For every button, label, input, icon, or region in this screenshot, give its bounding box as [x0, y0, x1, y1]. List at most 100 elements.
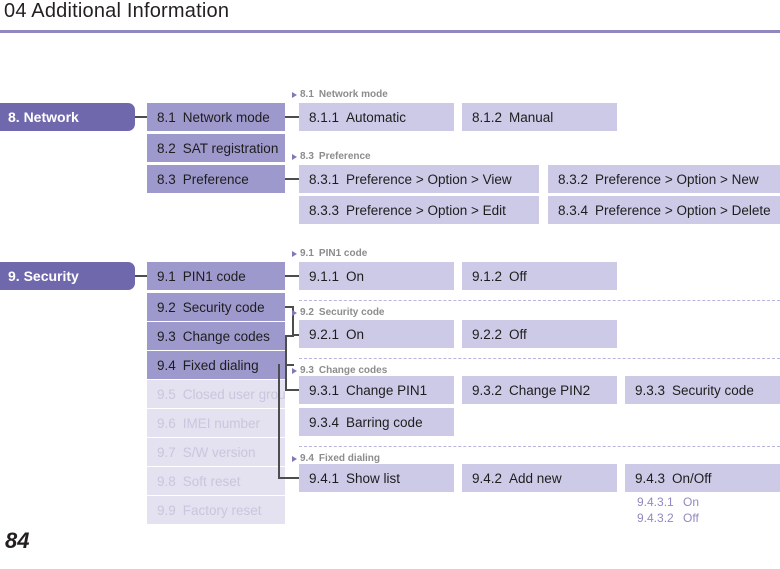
group-caption-8-1-label: Network mode [318, 89, 388, 100]
leaf-item-9-3-4-label: Barring code [346, 414, 423, 430]
leaf-item-8-1-2-number: 8.1.2 [472, 109, 503, 125]
leaf-item-9-4-2[interactable]: 9.4.2 Add new [462, 464, 617, 492]
leaf-item-8-1-1-label: Automatic [346, 109, 407, 125]
leaf-item-9-2-2-number: 9.2.2 [472, 326, 503, 342]
leaf-item-9-4-3-number: 9.4.3 [635, 470, 666, 486]
menu-item-9-5-number: 9.5 [157, 386, 176, 402]
leaf-item-9-3-3-number: 9.3.3 [635, 382, 666, 398]
leaf-item-9-3-1[interactable]: 9.3.1 Change PIN1 [299, 376, 454, 404]
leaf-item-8-3-2-label: Preference > Option > New [595, 171, 759, 187]
menu-item-9-5[interactable]: 9.5 Closed user group [147, 380, 285, 408]
menu-item-8-1-label: Network mode [182, 109, 270, 125]
group-caption-8-1: 8.1 Network mode [292, 89, 388, 100]
menu-item-9-2[interactable]: 9.2 Security code [147, 293, 285, 321]
menu-item-9-9-label: Factory reset [182, 502, 262, 518]
leaf-item-8-3-1[interactable]: 8.3.1 Preference > Option > View [299, 165, 539, 193]
subleaf-item-9-4-3-2-label: Off [683, 511, 699, 525]
group-caption-8-3: 8.3 Preference [292, 151, 371, 162]
subleaf-item-9-4-3-2-number: 9.4.3.2 [637, 511, 674, 525]
leaf-item-8-1-2[interactable]: 8.1.2 Manual [462, 103, 617, 131]
menu-item-9-7-number: 9.7 [157, 444, 176, 460]
menu-item-8-3-label: Preference [182, 171, 249, 187]
leaf-item-9-4-1[interactable]: 9.4.1 Show list [299, 464, 454, 492]
menu-item-8-3[interactable]: 8.3 Preference [147, 165, 285, 193]
menu-item-9-3-label: Change codes [182, 328, 270, 344]
connector-security-to-9-1 [135, 275, 147, 277]
menu-item-9-1[interactable]: 9.1 PIN1 code [147, 262, 285, 290]
header-divider [0, 30, 780, 33]
leaf-item-9-4-1-label: Show list [346, 470, 401, 486]
leaf-item-8-1-1-number: 8.1.1 [309, 109, 340, 125]
leaf-item-8-3-3-label: Preference > Option > Edit [346, 202, 506, 218]
menu-item-9-7[interactable]: 9.7 S/W version [147, 438, 285, 466]
leaf-item-9-3-2-label: Change PIN2 [509, 382, 591, 398]
leaf-item-9-3-2[interactable]: 9.3.2 Change PIN2 [462, 376, 617, 404]
leaf-item-9-3-3[interactable]: 9.3.3 Security code [625, 376, 780, 404]
group-caption-9-2: 9.2 Security code [292, 307, 385, 318]
connector-9-1-to-leaves [285, 275, 299, 277]
menu-item-9-1-label: PIN1 code [182, 268, 246, 284]
group-caption-9-2-number: 9.2 [300, 307, 314, 318]
subleaf-item-9-4-3-2[interactable]: 9.4.3.2 Off [637, 511, 699, 525]
leaf-item-8-3-1-label: Preference > Option > View [346, 171, 512, 187]
menu-item-9-8-label: Soft reset [182, 473, 241, 489]
group-caption-9-1-number: 9.1 [300, 248, 314, 259]
leaf-item-8-3-4[interactable]: 8.3.4 Preference > Option > Delete [548, 196, 780, 224]
menu-item-9-9[interactable]: 9.9 Factory reset [147, 496, 285, 524]
section-chip-network[interactable]: 8. Network [0, 103, 135, 131]
leaf-item-9-3-4-number: 9.3.4 [309, 414, 340, 430]
menu-item-9-3[interactable]: 9.3 Change codes [147, 322, 285, 350]
group-caption-9-4-number: 9.4 [300, 453, 314, 464]
leaf-item-9-1-1-label: On [346, 268, 365, 284]
leaf-item-9-4-2-number: 9.4.2 [472, 470, 503, 486]
subleaf-item-9-4-3-1-label: On [683, 495, 700, 509]
leaf-item-9-1-1-number: 9.1.1 [309, 268, 340, 284]
menu-item-8-2-label: SAT registration [182, 140, 279, 156]
menu-item-9-4-label: Fixed dialing [182, 357, 259, 373]
menu-item-9-5-label: Closed user group [182, 386, 285, 402]
leaf-item-9-1-2[interactable]: 9.1.2 Off [462, 262, 617, 290]
leaf-item-9-1-2-label: Off [509, 268, 527, 284]
menu-item-8-3-number: 8.3 [157, 171, 176, 187]
connector-8-3-to-leaves [285, 178, 299, 180]
menu-tree-page: 04 Additional Information 8. Network 8.1… [0, 0, 780, 569]
leaf-item-8-3-2[interactable]: 8.3.2 Preference > Option > New [548, 165, 780, 193]
menu-item-9-9-number: 9.9 [157, 502, 176, 518]
menu-item-8-2[interactable]: 8.2 SAT registration [147, 134, 285, 162]
menu-item-9-1-number: 9.1 [157, 268, 176, 284]
menu-item-8-1[interactable]: 8.1 Network mode [147, 103, 285, 131]
leaf-item-8-3-4-label: Preference > Option > Delete [595, 202, 771, 218]
leaf-item-9-3-4[interactable]: 9.3.4 Barring code [299, 408, 454, 436]
leaf-item-9-4-3[interactable]: 9.4.3 On/Off [625, 464, 780, 492]
leaf-item-8-3-3[interactable]: 8.3.3 Preference > Option > Edit [299, 196, 539, 224]
menu-item-9-6[interactable]: 9.6 IMEI number [147, 409, 285, 437]
connector-9-3-to-leaves [285, 389, 299, 391]
leaf-item-8-3-4-number: 8.3.4 [558, 202, 589, 218]
subleaf-item-9-4-3-1-number: 9.4.3.1 [637, 495, 674, 509]
section-chip-security[interactable]: 9. Security [0, 262, 135, 290]
group-separator-2 [299, 358, 780, 359]
group-caption-9-2-label: Security code [318, 307, 385, 318]
leaf-item-9-2-2[interactable]: 9.2.2 Off [462, 320, 617, 348]
leaf-item-8-1-1[interactable]: 8.1.1 Automatic [299, 103, 454, 131]
triangle-marker-icon [292, 309, 297, 316]
leaf-item-9-3-1-label: Change PIN1 [346, 382, 428, 398]
leaf-item-9-2-1[interactable]: 9.2.1 On [299, 320, 454, 348]
leaf-item-9-4-2-label: Add new [509, 470, 562, 486]
menu-item-8-2-number: 8.2 [157, 140, 176, 156]
group-caption-9-3-number: 9.3 [300, 365, 314, 376]
leaf-item-9-2-1-number: 9.2.1 [309, 326, 340, 342]
group-caption-8-1-number: 8.1 [300, 89, 314, 100]
menu-item-8-1-number: 8.1 [157, 109, 176, 125]
leaf-item-9-3-1-number: 9.3.1 [309, 382, 340, 398]
subleaf-item-9-4-3-1[interactable]: 9.4.3.1 On [637, 495, 699, 509]
leaf-item-8-3-2-number: 8.3.2 [558, 171, 589, 187]
leaf-item-9-1-1[interactable]: 9.1.1 On [299, 262, 454, 290]
menu-item-9-8[interactable]: 9.8 Soft reset [147, 467, 285, 495]
group-separator-1 [299, 300, 780, 301]
group-caption-9-4-label: Fixed dialing [318, 453, 381, 464]
menu-item-9-4-number: 9.4 [157, 357, 176, 373]
connector-8-1-to-leaves [285, 116, 299, 118]
menu-item-9-4[interactable]: 9.4 Fixed dialing [147, 351, 285, 379]
leaf-item-8-3-1-number: 8.3.1 [309, 171, 340, 187]
